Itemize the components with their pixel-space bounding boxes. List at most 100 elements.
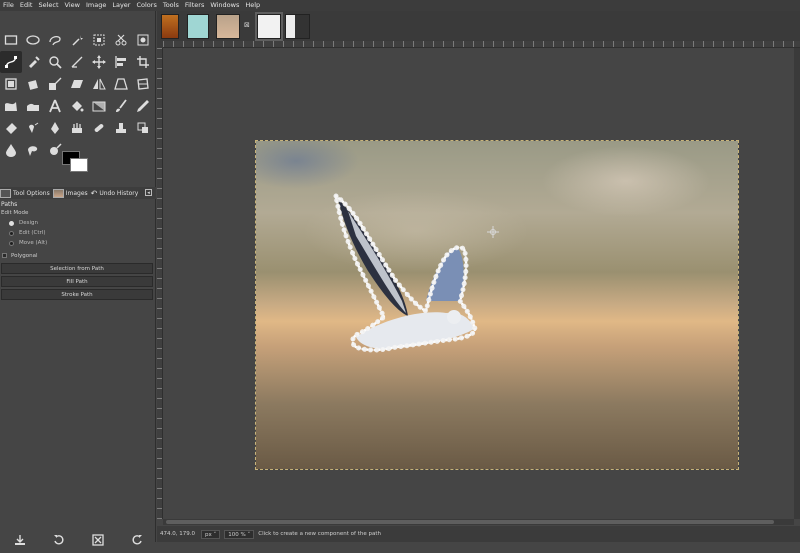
scissors-select-tool[interactable] — [110, 29, 132, 51]
dark-image-thumb[interactable] — [255, 12, 283, 41]
menu-help[interactable]: Help — [245, 0, 260, 11]
perspective-clone-tool[interactable] — [132, 117, 154, 139]
bird-cutout-thumb[interactable] — [187, 14, 209, 39]
radio-dot — [9, 220, 14, 226]
select-by-color-tool[interactable] — [88, 29, 110, 51]
gradient-tool[interactable] — [88, 95, 110, 117]
heal-tool[interactable] — [88, 117, 110, 139]
scrollbar-thumb[interactable] — [166, 520, 774, 524]
image-canvas[interactable] — [255, 140, 739, 470]
menu-tools[interactable]: Tools — [163, 0, 179, 11]
pointer-coords: 474.0, 179.0 — [160, 531, 195, 537]
horizontal-scrollbar[interactable] — [163, 519, 794, 525]
menu-bar: File Edit Select View Image Layer Colors… — [0, 0, 800, 11]
ink-tool[interactable] — [44, 117, 66, 139]
tools-grid — [0, 29, 156, 161]
mode-move-radio[interactable]: Move (Alt) — [0, 238, 156, 248]
radio-label: Edit (Ctrl) — [19, 230, 46, 236]
clone-tool[interactable] — [110, 117, 132, 139]
bird-path-overlay — [332, 190, 478, 353]
handle-transform-tool[interactable] — [22, 95, 44, 117]
perspective-tool[interactable] — [110, 73, 132, 95]
zoom-value: 100 % — [228, 531, 246, 538]
dock-menu-icon[interactable]: ◂ — [145, 189, 152, 196]
horizontal-ruler[interactable] — [163, 41, 800, 48]
zoom-tool[interactable] — [44, 51, 66, 73]
radio-dot — [9, 230, 14, 236]
airbrush-tool[interactable] — [22, 117, 44, 139]
tab-tool-options[interactable]: Tool Options — [0, 188, 50, 198]
unit-value: px — [205, 531, 212, 538]
zoom-select[interactable]: 100 % ˅ — [224, 529, 255, 539]
color-picker-tool[interactable] — [22, 51, 44, 73]
tab-label: Tool Options — [13, 189, 50, 197]
radio-dot — [9, 240, 14, 246]
crop-tool[interactable] — [132, 51, 154, 73]
paths-tool[interactable] — [0, 51, 22, 73]
align-tool[interactable] — [110, 51, 132, 73]
foreground-select-tool[interactable] — [132, 29, 154, 51]
stroke-path-button[interactable]: Stroke Path — [1, 289, 153, 300]
smudge-tool[interactable] — [22, 139, 44, 161]
crosshair-cursor-icon — [487, 226, 499, 238]
mode-design-radio[interactable]: Design — [0, 218, 156, 228]
blur-sharpen-tool[interactable] — [0, 139, 22, 161]
menu-image[interactable]: Image — [86, 0, 106, 11]
status-message: Click to create a new component of the p… — [258, 531, 381, 537]
text-tool[interactable] — [44, 95, 66, 117]
unit-select[interactable]: px ˅ — [201, 529, 221, 539]
flip-tool[interactable] — [88, 73, 110, 95]
tab-images[interactable]: Images — [52, 188, 88, 198]
menu-layer[interactable]: Layer — [112, 0, 130, 11]
radio-label: Move (Alt) — [19, 240, 48, 246]
unified-transform-tool[interactable] — [0, 73, 22, 95]
tool-options-icon — [0, 188, 11, 198]
move-tool[interactable] — [88, 51, 110, 73]
background-color[interactable] — [70, 158, 88, 172]
mypaint-brush-tool[interactable] — [66, 117, 88, 139]
free-select-tool[interactable] — [44, 29, 66, 51]
menu-file[interactable]: File — [3, 0, 14, 11]
tab-undo-history[interactable]: ↶ Undo History — [91, 189, 139, 198]
menu-select[interactable]: Select — [38, 0, 58, 11]
canvas-area[interactable] — [163, 48, 794, 519]
menu-view[interactable]: View — [65, 0, 80, 11]
selection-from-path-button[interactable]: Selection from Path — [1, 263, 153, 274]
mode-edit-radio[interactable]: Edit (Ctrl) — [0, 228, 156, 238]
cage-transform-tool[interactable] — [132, 73, 154, 95]
eraser-tool[interactable] — [0, 117, 22, 139]
paintbrush-tool[interactable] — [110, 95, 132, 117]
radio-label: Design — [19, 220, 38, 226]
tool-options-footer — [0, 526, 156, 553]
rect-select-tool[interactable] — [0, 29, 22, 51]
pencil-tool[interactable] — [132, 95, 154, 117]
fill-path-button[interactable]: Fill Path — [1, 276, 153, 287]
ellipse-select-tool[interactable] — [22, 29, 44, 51]
menu-colors[interactable]: Colors — [136, 0, 156, 11]
menu-filters[interactable]: Filters — [185, 0, 204, 11]
save-preset-icon[interactable] — [14, 534, 26, 546]
vertical-scrollbar[interactable] — [794, 48, 800, 519]
dock-tabs: Tool Options Images ↶ Undo History ◂ — [0, 187, 156, 199]
menu-windows[interactable]: Windows — [210, 0, 239, 11]
bird-dark-thumb[interactable] — [285, 14, 310, 39]
bucket-fill-tool[interactable] — [66, 95, 88, 117]
undo-icon: ↶ — [90, 188, 98, 198]
rotate-tool[interactable] — [22, 73, 44, 95]
scale-tool[interactable] — [44, 73, 66, 95]
close-icon[interactable]: ⊠ — [244, 21, 250, 29]
bird-photo-thumb[interactable] — [216, 14, 240, 39]
warp-transform-tool[interactable] — [0, 95, 22, 117]
fuzzy-select-tool[interactable] — [66, 29, 88, 51]
delete-icon[interactable] — [91, 533, 104, 546]
polygonal-checkbox[interactable]: Polygonal — [0, 250, 156, 261]
menu-edit[interactable]: Edit — [20, 0, 33, 11]
tool-options-title: Paths — [1, 201, 18, 208]
shear-tool[interactable] — [66, 73, 88, 95]
reset-icon[interactable] — [131, 534, 143, 546]
checkbox-box — [2, 253, 7, 258]
restore-icon[interactable] — [53, 534, 65, 546]
measure-tool[interactable] — [66, 51, 88, 73]
color-swatches — [60, 151, 92, 175]
person-silhouette-thumb[interactable] — [161, 14, 179, 39]
